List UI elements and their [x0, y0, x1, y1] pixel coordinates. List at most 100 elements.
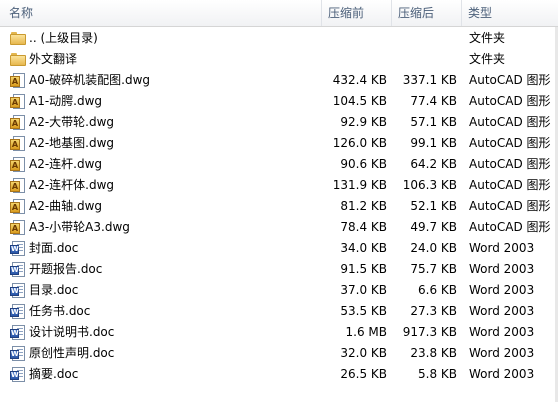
folder-icon: [10, 31, 26, 46]
folder-icon: [10, 52, 26, 67]
file-size-after: 75.7 KB: [410, 262, 457, 276]
file-size-before: 1.6 MB: [345, 325, 387, 339]
file-row[interactable]: A A2-连杆体.dwg 131.9 KB 106.3 KB AutoCAD 图形: [0, 175, 558, 196]
file-row[interactable]: W 原创性声明.doc 32.0 KB 23.8 KB Word 2003: [0, 343, 558, 364]
file-row[interactable]: A A2-连杆.dwg 90.6 KB 64.2 KB AutoCAD 图形: [0, 154, 558, 175]
file-size-after: 24.0 KB: [410, 241, 457, 255]
file-name: 任务书.doc: [29, 304, 91, 318]
dwg-file-icon: A: [10, 178, 26, 193]
word-doc-icon: W: [10, 241, 26, 256]
file-name: A2-连杆体.dwg: [29, 178, 115, 192]
dwg-file-icon: A: [10, 157, 26, 172]
file-type: Word 2003: [469, 367, 535, 381]
file-name: 原创性声明.doc: [29, 346, 115, 360]
file-size-before: 53.5 KB: [340, 304, 387, 318]
file-size-after: 64.2 KB: [410, 157, 457, 171]
file-type: AutoCAD 图形: [469, 157, 551, 171]
file-type: AutoCAD 图形: [469, 178, 551, 192]
file-size-before: 104.5 KB: [332, 94, 387, 108]
file-size-after: [392, 49, 457, 70]
dwg-file-icon: A: [10, 115, 26, 130]
file-list: .. (上级目录) 文件夹 外文翻译 文件夹 A A0-破碎机装配图.dwg 432.4 K…: [0, 28, 558, 385]
file-name: 摘要.doc: [29, 367, 79, 381]
file-name: 开题报告.doc: [29, 262, 103, 276]
file-size-after: 6.6 KB: [418, 283, 457, 297]
file-row[interactable]: 外文翻译 文件夹: [0, 49, 558, 70]
file-size-after: 99.1 KB: [410, 136, 457, 150]
column-header-name[interactable]: 名称: [0, 0, 322, 26]
file-name: A0-破碎机装配图.dwg: [29, 73, 151, 87]
file-name: A2-地基图.dwg: [29, 136, 115, 150]
file-size-after: [392, 28, 457, 49]
file-type: AutoCAD 图形: [469, 136, 551, 150]
file-row[interactable]: A A0-破碎机装配图.dwg 432.4 KB 337.1 KB AutoCAD 图形: [0, 70, 558, 91]
file-name: A2-曲轴.dwg: [29, 199, 103, 213]
file-size-before: [322, 49, 387, 70]
file-type: Word 2003: [469, 346, 535, 360]
file-type: Word 2003: [469, 262, 535, 276]
file-row[interactable]: W 任务书.doc 53.5 KB 27.3 KB Word 2003: [0, 301, 558, 322]
file-name: A2-连杆.dwg: [29, 157, 103, 171]
file-row[interactable]: W 封面.doc 34.0 KB 24.0 KB Word 2003: [0, 238, 558, 259]
file-size-before: 32.0 KB: [340, 346, 387, 360]
file-type: Word 2003: [469, 325, 535, 339]
dwg-file-icon: A: [10, 136, 26, 151]
file-row[interactable]: A A2-地基图.dwg 126.0 KB 99.1 KB AutoCAD 图形: [0, 133, 558, 154]
file-row[interactable]: .. (上级目录) 文件夹: [0, 28, 558, 49]
word-doc-icon: W: [10, 262, 26, 277]
file-row[interactable]: A A2-曲轴.dwg 81.2 KB 52.1 KB AutoCAD 图形: [0, 196, 558, 217]
archive-file-list: 名称 压缩前 压缩后 类型 .. (上级目录) 文件夹 外文翻译 文件夹 A A0-破碎机…: [0, 0, 558, 402]
file-row[interactable]: A A3-小带轮A3.dwg 78.4 KB 49.7 KB AutoCAD 图形: [0, 217, 558, 238]
file-size-after: 77.4 KB: [410, 94, 457, 108]
file-size-after: 49.7 KB: [410, 220, 457, 234]
column-header-size-before[interactable]: 压缩前: [322, 0, 392, 26]
file-name: 设计说明书.doc: [29, 325, 115, 339]
file-row[interactable]: W 摘要.doc 26.5 KB 5.8 KB Word 2003: [0, 364, 558, 385]
file-size-before: 126.0 KB: [332, 136, 387, 150]
file-size-before: 91.5 KB: [340, 262, 387, 276]
file-size-after: 5.8 KB: [418, 367, 457, 381]
file-name: A3-小带轮A3.dwg: [29, 220, 130, 234]
dwg-file-icon: A: [10, 94, 26, 109]
file-type: 文件夹: [469, 52, 506, 66]
file-row[interactable]: W 目录.doc 37.0 KB 6.6 KB Word 2003: [0, 280, 558, 301]
column-header-type[interactable]: 类型: [462, 0, 558, 26]
file-size-after: 106.3 KB: [402, 178, 457, 192]
file-size-before: 81.2 KB: [340, 199, 387, 213]
file-size-before: [322, 28, 387, 49]
word-doc-icon: W: [10, 304, 26, 319]
file-row[interactable]: W 设计说明书.doc 1.6 MB 917.3 KB Word 2003: [0, 322, 558, 343]
file-type: AutoCAD 图形: [469, 220, 551, 234]
file-type: 文件夹: [469, 31, 506, 45]
file-size-after: 337.1 KB: [402, 73, 457, 87]
file-size-after: 27.3 KB: [410, 304, 457, 318]
word-doc-icon: W: [10, 283, 26, 298]
file-row[interactable]: A A2-大带轮.dwg 92.9 KB 57.1 KB AutoCAD 图形: [0, 112, 558, 133]
file-name: A2-大带轮.dwg: [29, 115, 115, 129]
file-size-before: 26.5 KB: [340, 367, 387, 381]
file-row[interactable]: A A1-动腭.dwg 104.5 KB 77.4 KB AutoCAD 图形: [0, 91, 558, 112]
file-size-after: 917.3 KB: [402, 325, 457, 339]
file-size-before: 92.9 KB: [340, 115, 387, 129]
file-type: Word 2003: [469, 283, 535, 297]
file-size-before: 37.0 KB: [340, 283, 387, 297]
column-header-bar: 名称 压缩前 压缩后 类型: [0, 0, 558, 27]
word-doc-icon: W: [10, 367, 26, 382]
file-name: .. (上级目录): [29, 31, 98, 45]
file-size-before: 78.4 KB: [340, 220, 387, 234]
file-size-after: 57.1 KB: [410, 115, 457, 129]
file-row[interactable]: W 开题报告.doc 91.5 KB 75.7 KB Word 2003: [0, 259, 558, 280]
file-size-after: 52.1 KB: [410, 199, 457, 213]
word-doc-icon: W: [10, 325, 26, 340]
file-name: A1-动腭.dwg: [29, 94, 103, 108]
file-type: AutoCAD 图形: [469, 199, 551, 213]
dwg-file-icon: A: [10, 73, 26, 88]
dwg-file-icon: A: [10, 220, 26, 235]
file-type: AutoCAD 图形: [469, 73, 551, 87]
file-size-before: 131.9 KB: [332, 178, 387, 192]
file-name: 外文翻译: [29, 52, 78, 66]
file-type: Word 2003: [469, 304, 535, 318]
file-size-before: 432.4 KB: [332, 73, 387, 87]
word-doc-icon: W: [10, 346, 26, 361]
column-header-size-after[interactable]: 压缩后: [392, 0, 462, 26]
